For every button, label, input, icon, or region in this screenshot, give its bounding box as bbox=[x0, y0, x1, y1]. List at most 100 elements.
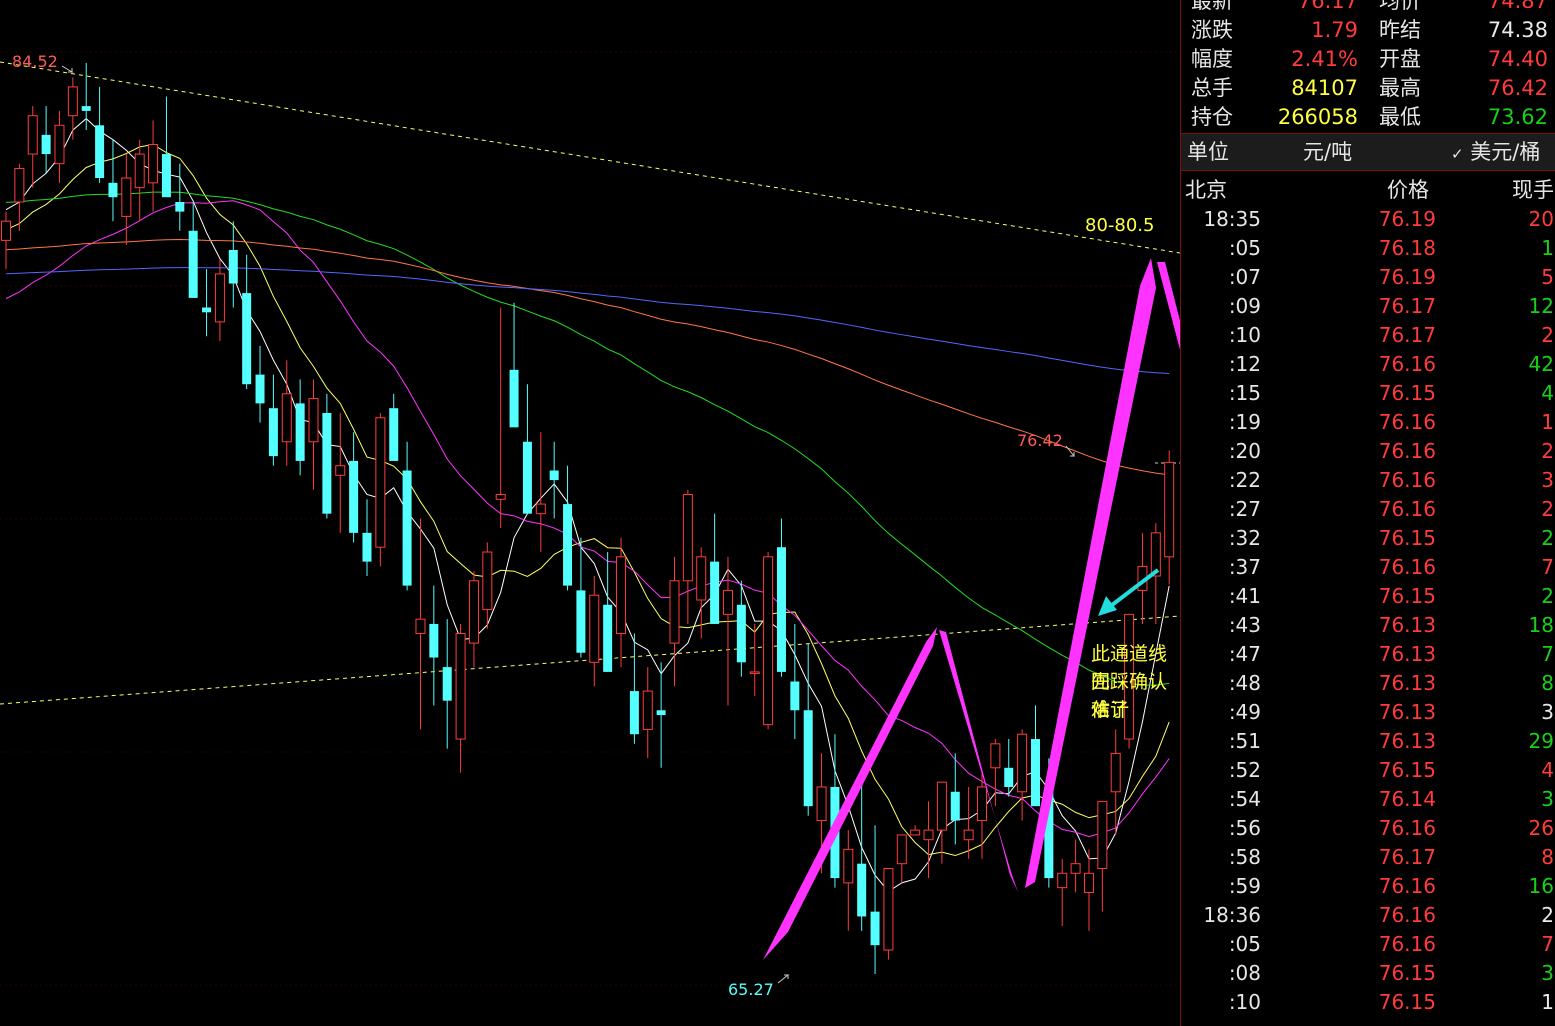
tick-price: 76.14 bbox=[1378, 787, 1436, 811]
tick-price: 76.16 bbox=[1378, 874, 1436, 898]
tick-row: :47 76.13 7 bbox=[1181, 640, 1555, 669]
tick-volume: 8 bbox=[1541, 671, 1554, 695]
candle bbox=[54, 110, 65, 183]
tick-price: 76.17 bbox=[1378, 845, 1436, 869]
candle bbox=[175, 163, 185, 231]
candle bbox=[549, 441, 559, 519]
quote-value: 2.41% bbox=[1291, 47, 1358, 71]
tick-row: :15 76.15 4 bbox=[1181, 379, 1555, 408]
candle bbox=[188, 202, 198, 298]
quote-value: 76.17 bbox=[1297, 0, 1358, 13]
candle bbox=[41, 106, 51, 174]
tick-price: 76.16 bbox=[1378, 816, 1436, 840]
tick-time: :37 bbox=[1228, 555, 1261, 579]
candle bbox=[308, 379, 319, 490]
tick-volume: 4 bbox=[1541, 758, 1554, 782]
candle bbox=[429, 585, 439, 706]
tick-time: :47 bbox=[1228, 642, 1261, 666]
tick-volume: 1 bbox=[1541, 990, 1554, 1014]
candle bbox=[121, 154, 132, 246]
tick-row: :05 76.18 1 bbox=[1181, 234, 1555, 263]
tick-price: 76.15 bbox=[1378, 758, 1436, 782]
tick-volume: 29 bbox=[1528, 729, 1554, 753]
tick-volume: 1 bbox=[1541, 236, 1554, 260]
tick-volume: 3 bbox=[1541, 787, 1554, 811]
tick-volume: 2 bbox=[1541, 526, 1554, 550]
candle bbox=[576, 537, 586, 658]
candle bbox=[883, 867, 894, 960]
tick-price: 76.15 bbox=[1378, 526, 1436, 550]
tick-time: :05 bbox=[1228, 932, 1261, 956]
tick-time: :51 bbox=[1228, 729, 1261, 753]
candle bbox=[710, 513, 720, 624]
tick-row: :49 76.13 3 bbox=[1181, 698, 1555, 727]
tick-price: 76.13 bbox=[1378, 642, 1436, 666]
arrow-down-1 bbox=[939, 630, 1018, 892]
tick-time: :58 bbox=[1228, 845, 1261, 869]
candle bbox=[335, 412, 346, 533]
candle bbox=[963, 786, 974, 859]
tick-row: :10 76.15 1 bbox=[1181, 988, 1555, 1017]
quote-panel: 最新 76.17 均价 74.87 涨跌 1.79 昨结 74.38 幅度 2.41% 开盘 74.4… bbox=[1180, 0, 1555, 1026]
tick-price: 76.16 bbox=[1378, 932, 1436, 956]
tick-volume: 1 bbox=[1541, 410, 1554, 434]
candle bbox=[1097, 800, 1108, 912]
tick-time: :32 bbox=[1228, 526, 1261, 550]
tick-volume: 3 bbox=[1541, 468, 1554, 492]
candle bbox=[415, 518, 426, 730]
candle bbox=[857, 782, 867, 931]
candle bbox=[468, 571, 479, 668]
kline-chart-canvas[interactable] bbox=[0, 0, 1180, 1026]
quote-row: 总手 84107 最高 76.42 bbox=[1181, 74, 1555, 103]
tick-volume: 2 bbox=[1541, 497, 1554, 521]
tick-row: :05 76.16 7 bbox=[1181, 930, 1555, 959]
candle bbox=[1, 211, 11, 270]
tick-volume: 2 bbox=[1541, 584, 1554, 608]
tick-price: 76.19 bbox=[1378, 207, 1436, 231]
tick-price: 76.16 bbox=[1378, 352, 1436, 376]
candle bbox=[27, 106, 38, 188]
tick-price: 76.15 bbox=[1378, 990, 1436, 1014]
tick-row: :56 76.16 26 bbox=[1181, 814, 1555, 843]
candle bbox=[642, 667, 653, 759]
tick-row: :08 76.15 3 bbox=[1181, 959, 1555, 988]
unit-label: 单位 bbox=[1187, 140, 1229, 164]
unit-value: 元/吨 bbox=[1303, 140, 1353, 164]
tick-volume: 8 bbox=[1541, 845, 1554, 869]
candle bbox=[1017, 729, 1028, 821]
tick-volume: 2 bbox=[1541, 439, 1554, 463]
moving-averages bbox=[5, 117, 1170, 893]
tick-price: 76.16 bbox=[1378, 555, 1436, 579]
tick-row: :12 76.16 42 bbox=[1181, 350, 1555, 379]
tick-volume: 3 bbox=[1541, 700, 1554, 724]
candle bbox=[763, 552, 774, 730]
tick-row: :58 76.17 8 bbox=[1181, 843, 1555, 872]
hint-arrow-icon bbox=[1098, 568, 1160, 616]
tick-time: :43 bbox=[1228, 613, 1261, 637]
candle bbox=[95, 86, 105, 183]
tick-volume: 3 bbox=[1541, 961, 1554, 985]
tick-price: 76.16 bbox=[1378, 439, 1436, 463]
quote-label: 总手 bbox=[1191, 76, 1233, 100]
unit-option[interactable]: ✓ 美元/桶 bbox=[1451, 134, 1540, 172]
quote-row: 持仓 266058 最低 73.62 bbox=[1181, 103, 1555, 132]
kline-chart[interactable]: 84.52 76.42 65.27 80-80.5 此通道线先 回踩确认估计 难… bbox=[0, 0, 1180, 1026]
candle bbox=[629, 633, 639, 744]
tick-volume: 16 bbox=[1528, 874, 1554, 898]
tick-time: :54 bbox=[1228, 787, 1261, 811]
tick-row: :59 76.16 16 bbox=[1181, 872, 1555, 901]
tick-row: :10 76.17 2 bbox=[1181, 321, 1555, 350]
ma5-line bbox=[5, 117, 1170, 893]
tick-row: 18:36 76.16 2 bbox=[1181, 901, 1555, 930]
tick-price: 76.16 bbox=[1378, 903, 1436, 927]
tick-volume: 12 bbox=[1528, 294, 1554, 318]
candle bbox=[389, 393, 399, 461]
candle bbox=[134, 139, 145, 222]
tick-volume: 7 bbox=[1541, 642, 1554, 666]
tick-time: :59 bbox=[1228, 874, 1261, 898]
candle bbox=[509, 302, 519, 428]
tick-price: 76.15 bbox=[1378, 381, 1436, 405]
quote-row: 最新 76.17 均价 74.87 bbox=[1181, 0, 1555, 16]
ticks-header-price: 价格 bbox=[1387, 178, 1429, 202]
tick-row: :54 76.14 3 bbox=[1181, 785, 1555, 814]
